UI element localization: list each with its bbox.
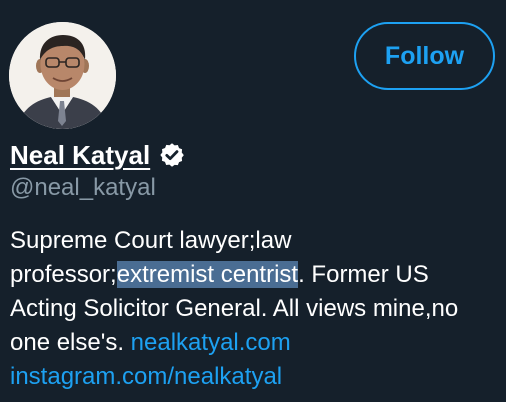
user-handle: @neal_katyal [10, 174, 156, 201]
instagram-link[interactable]: instagram.com/nealkatyal [10, 363, 282, 390]
person-portrait-icon [9, 22, 116, 129]
profile-bio: Supreme Court lawyer;law professor;extre… [10, 224, 490, 394]
follow-button[interactable]: Follow [354, 22, 495, 90]
display-name[interactable]: Neal Katyal [10, 140, 150, 171]
name-row: Neal Katyal [10, 136, 185, 174]
bio-selected-text: extremist centrist [116, 261, 299, 288]
website-link[interactable]: nealkatyal.com [131, 329, 291, 356]
profile-avatar[interactable] [9, 22, 116, 129]
verified-badge-icon [160, 143, 184, 167]
